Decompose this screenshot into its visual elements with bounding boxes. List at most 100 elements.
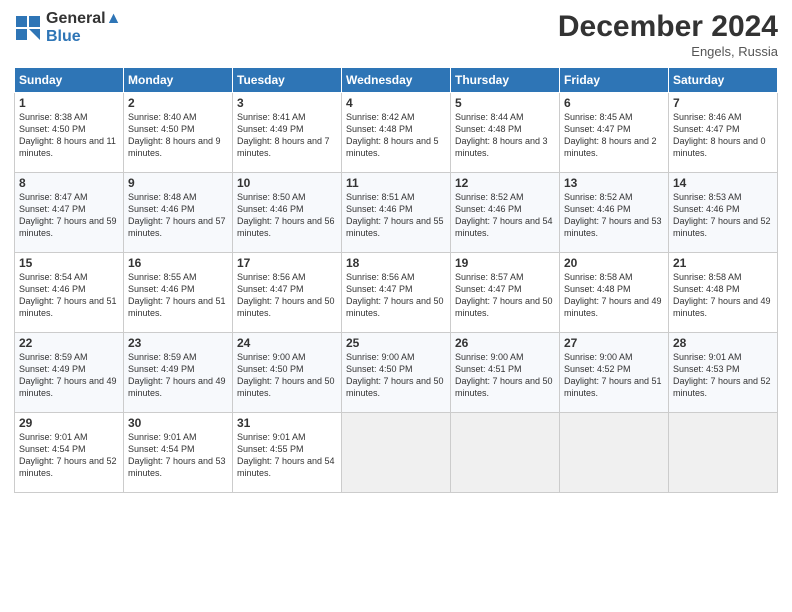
day-number: 3 [237, 96, 337, 110]
day-cell: 15Sunrise: 8:54 AMSunset: 4:46 PMDayligh… [15, 253, 124, 333]
day-info: Sunrise: 9:00 AMSunset: 4:50 PMDaylight:… [237, 351, 337, 400]
page-container: General▲ Blue December 2024 Engels, Russ… [0, 0, 792, 612]
day-cell: 13Sunrise: 8:52 AMSunset: 4:46 PMDayligh… [560, 173, 669, 253]
day-info: Sunrise: 8:44 AMSunset: 4:48 PMDaylight:… [455, 111, 555, 160]
day-cell: 27Sunrise: 9:00 AMSunset: 4:52 PMDayligh… [560, 333, 669, 413]
day-info: Sunrise: 8:38 AMSunset: 4:50 PMDaylight:… [19, 111, 119, 160]
col-sunday: Sunday [15, 68, 124, 93]
day-number: 5 [455, 96, 555, 110]
day-cell: 9Sunrise: 8:48 AMSunset: 4:46 PMDaylight… [124, 173, 233, 253]
day-cell: 10Sunrise: 8:50 AMSunset: 4:46 PMDayligh… [233, 173, 342, 253]
day-info: Sunrise: 8:56 AMSunset: 4:47 PMDaylight:… [237, 271, 337, 320]
day-number: 8 [19, 176, 119, 190]
day-info: Sunrise: 8:56 AMSunset: 4:47 PMDaylight:… [346, 271, 446, 320]
day-cell: 7Sunrise: 8:46 AMSunset: 4:47 PMDaylight… [669, 93, 778, 173]
day-cell: 26Sunrise: 9:00 AMSunset: 4:51 PMDayligh… [451, 333, 560, 413]
day-cell [451, 413, 560, 493]
week-row-4: 22Sunrise: 8:59 AMSunset: 4:49 PMDayligh… [15, 333, 778, 413]
day-number: 27 [564, 336, 664, 350]
month-title: December 2024 [558, 10, 778, 44]
day-cell: 31Sunrise: 9:01 AMSunset: 4:55 PMDayligh… [233, 413, 342, 493]
day-number: 16 [128, 256, 228, 270]
day-info: Sunrise: 8:59 AMSunset: 4:49 PMDaylight:… [19, 351, 119, 400]
day-cell: 20Sunrise: 8:58 AMSunset: 4:48 PMDayligh… [560, 253, 669, 333]
day-info: Sunrise: 8:53 AMSunset: 4:46 PMDaylight:… [673, 191, 773, 240]
day-cell: 25Sunrise: 9:00 AMSunset: 4:50 PMDayligh… [342, 333, 451, 413]
day-number: 23 [128, 336, 228, 350]
day-info: Sunrise: 8:58 AMSunset: 4:48 PMDaylight:… [564, 271, 664, 320]
day-cell: 29Sunrise: 9:01 AMSunset: 4:54 PMDayligh… [15, 413, 124, 493]
day-info: Sunrise: 9:01 AMSunset: 4:54 PMDaylight:… [19, 431, 119, 480]
day-cell: 2Sunrise: 8:40 AMSunset: 4:50 PMDaylight… [124, 93, 233, 173]
day-number: 11 [346, 176, 446, 190]
day-info: Sunrise: 8:52 AMSunset: 4:46 PMDaylight:… [564, 191, 664, 240]
week-row-3: 15Sunrise: 8:54 AMSunset: 4:46 PMDayligh… [15, 253, 778, 333]
day-number: 2 [128, 96, 228, 110]
calendar-table: Sunday Monday Tuesday Wednesday Thursday… [14, 67, 778, 493]
day-number: 17 [237, 256, 337, 270]
day-number: 31 [237, 416, 337, 430]
day-cell: 3Sunrise: 8:41 AMSunset: 4:49 PMDaylight… [233, 93, 342, 173]
day-info: Sunrise: 8:47 AMSunset: 4:47 PMDaylight:… [19, 191, 119, 240]
day-number: 13 [564, 176, 664, 190]
day-cell: 30Sunrise: 9:01 AMSunset: 4:54 PMDayligh… [124, 413, 233, 493]
day-info: Sunrise: 8:50 AMSunset: 4:46 PMDaylight:… [237, 191, 337, 240]
day-info: Sunrise: 8:48 AMSunset: 4:46 PMDaylight:… [128, 191, 228, 240]
day-info: Sunrise: 9:00 AMSunset: 4:50 PMDaylight:… [346, 351, 446, 400]
day-number: 14 [673, 176, 773, 190]
day-cell [560, 413, 669, 493]
day-number: 28 [673, 336, 773, 350]
day-info: Sunrise: 8:40 AMSunset: 4:50 PMDaylight:… [128, 111, 228, 160]
day-cell: 19Sunrise: 8:57 AMSunset: 4:47 PMDayligh… [451, 253, 560, 333]
day-number: 4 [346, 96, 446, 110]
day-cell [669, 413, 778, 493]
day-info: Sunrise: 8:41 AMSunset: 4:49 PMDaylight:… [237, 111, 337, 160]
day-number: 19 [455, 256, 555, 270]
day-info: Sunrise: 9:00 AMSunset: 4:52 PMDaylight:… [564, 351, 664, 400]
day-info: Sunrise: 8:58 AMSunset: 4:48 PMDaylight:… [673, 271, 773, 320]
day-info: Sunrise: 8:42 AMSunset: 4:48 PMDaylight:… [346, 111, 446, 160]
day-info: Sunrise: 9:01 AMSunset: 4:54 PMDaylight:… [128, 431, 228, 480]
week-row-5: 29Sunrise: 9:01 AMSunset: 4:54 PMDayligh… [15, 413, 778, 493]
day-number: 22 [19, 336, 119, 350]
day-cell: 4Sunrise: 8:42 AMSunset: 4:48 PMDaylight… [342, 93, 451, 173]
day-cell: 8Sunrise: 8:47 AMSunset: 4:47 PMDaylight… [15, 173, 124, 253]
col-friday: Friday [560, 68, 669, 93]
col-monday: Monday [124, 68, 233, 93]
day-cell: 24Sunrise: 9:00 AMSunset: 4:50 PMDayligh… [233, 333, 342, 413]
day-number: 30 [128, 416, 228, 430]
day-info: Sunrise: 8:55 AMSunset: 4:46 PMDaylight:… [128, 271, 228, 320]
day-info: Sunrise: 8:52 AMSunset: 4:46 PMDaylight:… [455, 191, 555, 240]
day-cell: 14Sunrise: 8:53 AMSunset: 4:46 PMDayligh… [669, 173, 778, 253]
day-info: Sunrise: 9:01 AMSunset: 4:55 PMDaylight:… [237, 431, 337, 480]
day-number: 6 [564, 96, 664, 110]
day-info: Sunrise: 8:51 AMSunset: 4:46 PMDaylight:… [346, 191, 446, 240]
logo: General▲ Blue [14, 10, 121, 46]
day-cell: 16Sunrise: 8:55 AMSunset: 4:46 PMDayligh… [124, 253, 233, 333]
day-info: Sunrise: 8:46 AMSunset: 4:47 PMDaylight:… [673, 111, 773, 160]
day-number: 9 [128, 176, 228, 190]
week-row-2: 8Sunrise: 8:47 AMSunset: 4:47 PMDaylight… [15, 173, 778, 253]
col-saturday: Saturday [669, 68, 778, 93]
day-cell: 18Sunrise: 8:56 AMSunset: 4:47 PMDayligh… [342, 253, 451, 333]
logo-icon [14, 14, 42, 42]
day-cell: 12Sunrise: 8:52 AMSunset: 4:46 PMDayligh… [451, 173, 560, 253]
day-cell: 21Sunrise: 8:58 AMSunset: 4:48 PMDayligh… [669, 253, 778, 333]
day-info: Sunrise: 9:01 AMSunset: 4:53 PMDaylight:… [673, 351, 773, 400]
location: Engels, Russia [558, 44, 778, 59]
col-tuesday: Tuesday [233, 68, 342, 93]
day-info: Sunrise: 8:54 AMSunset: 4:46 PMDaylight:… [19, 271, 119, 320]
logo-text: General▲ Blue [46, 10, 121, 46]
day-info: Sunrise: 8:57 AMSunset: 4:47 PMDaylight:… [455, 271, 555, 320]
title-block: December 2024 Engels, Russia [558, 10, 778, 59]
day-number: 10 [237, 176, 337, 190]
header-row: Sunday Monday Tuesday Wednesday Thursday… [15, 68, 778, 93]
day-cell: 23Sunrise: 8:59 AMSunset: 4:49 PMDayligh… [124, 333, 233, 413]
week-row-1: 1Sunrise: 8:38 AMSunset: 4:50 PMDaylight… [15, 93, 778, 173]
day-cell: 5Sunrise: 8:44 AMSunset: 4:48 PMDaylight… [451, 93, 560, 173]
day-cell: 22Sunrise: 8:59 AMSunset: 4:49 PMDayligh… [15, 333, 124, 413]
day-number: 29 [19, 416, 119, 430]
col-wednesday: Wednesday [342, 68, 451, 93]
day-number: 7 [673, 96, 773, 110]
day-info: Sunrise: 8:59 AMSunset: 4:49 PMDaylight:… [128, 351, 228, 400]
